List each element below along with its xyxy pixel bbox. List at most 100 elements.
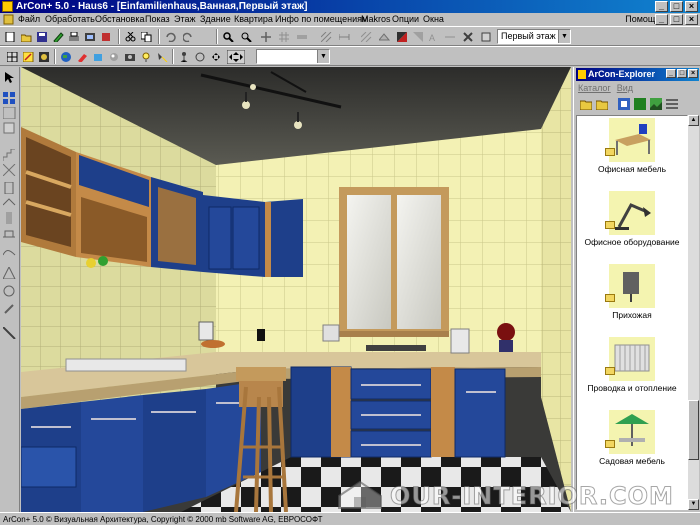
preview-icon[interactable] — [82, 29, 98, 44]
menu-floor[interactable]: Этаж — [174, 13, 196, 26]
render-mode-icon[interactable] — [36, 49, 52, 64]
column-tool-icon[interactable] — [3, 212, 16, 224]
paint-tool-icon[interactable] — [3, 303, 16, 315]
list-item[interactable]: Проводка и отопление — [577, 335, 687, 407]
stair-tool-icon[interactable] — [3, 149, 16, 161]
chevron-down-icon[interactable]: ▼ — [558, 30, 570, 43]
list-item[interactable]: Офисная мебель — [577, 116, 687, 188]
app-icon[interactable] — [2, 1, 13, 12]
save-icon[interactable] — [34, 29, 50, 44]
globe-icon[interactable] — [58, 49, 74, 64]
cut-tool-icon[interactable] — [3, 164, 16, 176]
measure-tool-icon[interactable] — [3, 267, 16, 279]
print-icon[interactable] — [66, 29, 82, 44]
pointer-icon[interactable] — [3, 71, 16, 83]
roof-tool-icon[interactable] — [3, 197, 16, 209]
object-icon[interactable] — [90, 49, 106, 64]
roof-icon[interactable] — [376, 29, 392, 44]
room-tool-icon[interactable] — [3, 92, 16, 104]
folder-icon — [605, 148, 615, 156]
render-icon[interactable] — [98, 29, 114, 44]
menu-options[interactable]: Опции — [392, 13, 419, 26]
menu-windows[interactable]: Окна — [423, 13, 444, 26]
new-icon[interactable] — [2, 29, 18, 44]
dormer-tool-icon[interactable] — [3, 227, 16, 239]
undo-icon[interactable] — [162, 29, 178, 44]
scroll-thumb[interactable] — [688, 400, 699, 460]
floor-select[interactable]: Первый этаж ▼ — [497, 29, 571, 44]
redo-icon[interactable] — [180, 29, 196, 44]
large-icons-icon[interactable] — [634, 98, 646, 110]
rotate-view-icon[interactable] — [192, 49, 208, 64]
material-ball-icon[interactable] — [106, 49, 122, 64]
orbit-icon[interactable] — [208, 49, 224, 64]
view-select[interactable]: ▼ — [256, 49, 330, 64]
3d-viewport[interactable] — [21, 67, 571, 512]
section-tool-icon[interactable] — [3, 327, 16, 339]
folder-open-icon[interactable] — [596, 98, 608, 110]
pencil-icon[interactable] — [50, 29, 66, 44]
tools-icon[interactable] — [460, 29, 476, 44]
preview-icon[interactable] — [618, 98, 630, 110]
explorer-scrollbar[interactable]: ▲ ▼ — [688, 115, 699, 510]
plan-view-icon[interactable] — [4, 49, 20, 64]
house-logo-icon — [338, 480, 382, 509]
zoom-icon[interactable] — [220, 29, 236, 44]
wall-icon[interactable] — [294, 29, 310, 44]
scroll-up-icon[interactable]: ▲ — [688, 115, 699, 126]
explorer-maximize-button[interactable]: □ — [677, 69, 687, 78]
area-icon[interactable] — [358, 29, 374, 44]
spot-light-icon[interactable] — [154, 49, 170, 64]
layers-icon[interactable] — [478, 29, 494, 44]
list-item[interactable]: Садовая мебель — [577, 408, 687, 480]
open-icon[interactable] — [18, 29, 34, 44]
light-icon[interactable] — [138, 49, 154, 64]
door-tool-icon[interactable] — [3, 182, 16, 194]
chevron-down-icon[interactable]: ▼ — [317, 50, 329, 63]
menu-file[interactable]: Файл — [18, 13, 40, 26]
picture-icon[interactable] — [650, 98, 662, 110]
terrain-tool-icon[interactable] — [3, 245, 16, 257]
explorer-menu-view[interactable]: Вид — [617, 83, 633, 93]
wall-tool-icon[interactable] — [3, 107, 16, 119]
explorer-close-button[interactable]: × — [688, 69, 698, 78]
details-icon[interactable] — [666, 98, 678, 110]
explorer-minimize-button[interactable]: _ — [666, 69, 676, 78]
menu-edit[interactable]: Обработать — [45, 13, 95, 26]
walk-icon[interactable] — [176, 49, 192, 64]
close-button[interactable]: × — [685, 1, 698, 12]
list-item[interactable]: Офисное оборудование — [577, 189, 687, 261]
camera-icon[interactable] — [122, 49, 138, 64]
menu-view[interactable]: Показ — [145, 13, 170, 26]
menu-macros[interactable]: Makros — [361, 13, 391, 26]
text-tool-icon[interactable] — [3, 285, 16, 297]
zoom-fit-icon[interactable] — [238, 29, 254, 44]
dimension-icon[interactable] — [336, 29, 352, 44]
cut-icon[interactable] — [122, 29, 138, 44]
menu-furnishing[interactable]: Обстановка — [95, 13, 144, 26]
material-icon[interactable] — [410, 29, 426, 44]
doc-close-button[interactable]: × — [685, 14, 698, 25]
move-icon[interactable] — [258, 29, 274, 44]
folder-icon[interactable] — [580, 98, 592, 110]
hatch-icon[interactable] — [318, 29, 334, 44]
maximize-button[interactable]: □ — [670, 1, 683, 12]
explorer-catalog-list[interactable]: Офисная мебель Офисное оборудование Прих… — [576, 115, 688, 510]
explorer-menu-catalog[interactable]: Каталог — [578, 83, 611, 93]
grid-icon[interactable] — [276, 29, 292, 44]
doc-maximize-button[interactable]: □ — [670, 14, 683, 25]
copy-icon[interactable] — [138, 29, 154, 44]
menu-building[interactable]: Здание — [200, 13, 231, 26]
navigate-icon[interactable] — [226, 49, 246, 64]
paint-icon[interactable] — [74, 49, 90, 64]
design-mode-icon[interactable] — [20, 49, 36, 64]
list-item[interactable]: Прихожая — [577, 262, 687, 334]
text-icon[interactable]: A — [426, 29, 442, 44]
menu-room-info[interactable]: Инфо по помещениям — [275, 13, 368, 26]
minimize-button[interactable]: _ — [655, 1, 668, 12]
color-icon[interactable] — [394, 29, 410, 44]
window-tool-icon[interactable] — [3, 122, 16, 134]
menu-apartment[interactable]: Квартира — [234, 13, 273, 26]
doc-minimize-button[interactable]: _ — [655, 14, 668, 25]
text-style-icon[interactable] — [442, 29, 458, 44]
